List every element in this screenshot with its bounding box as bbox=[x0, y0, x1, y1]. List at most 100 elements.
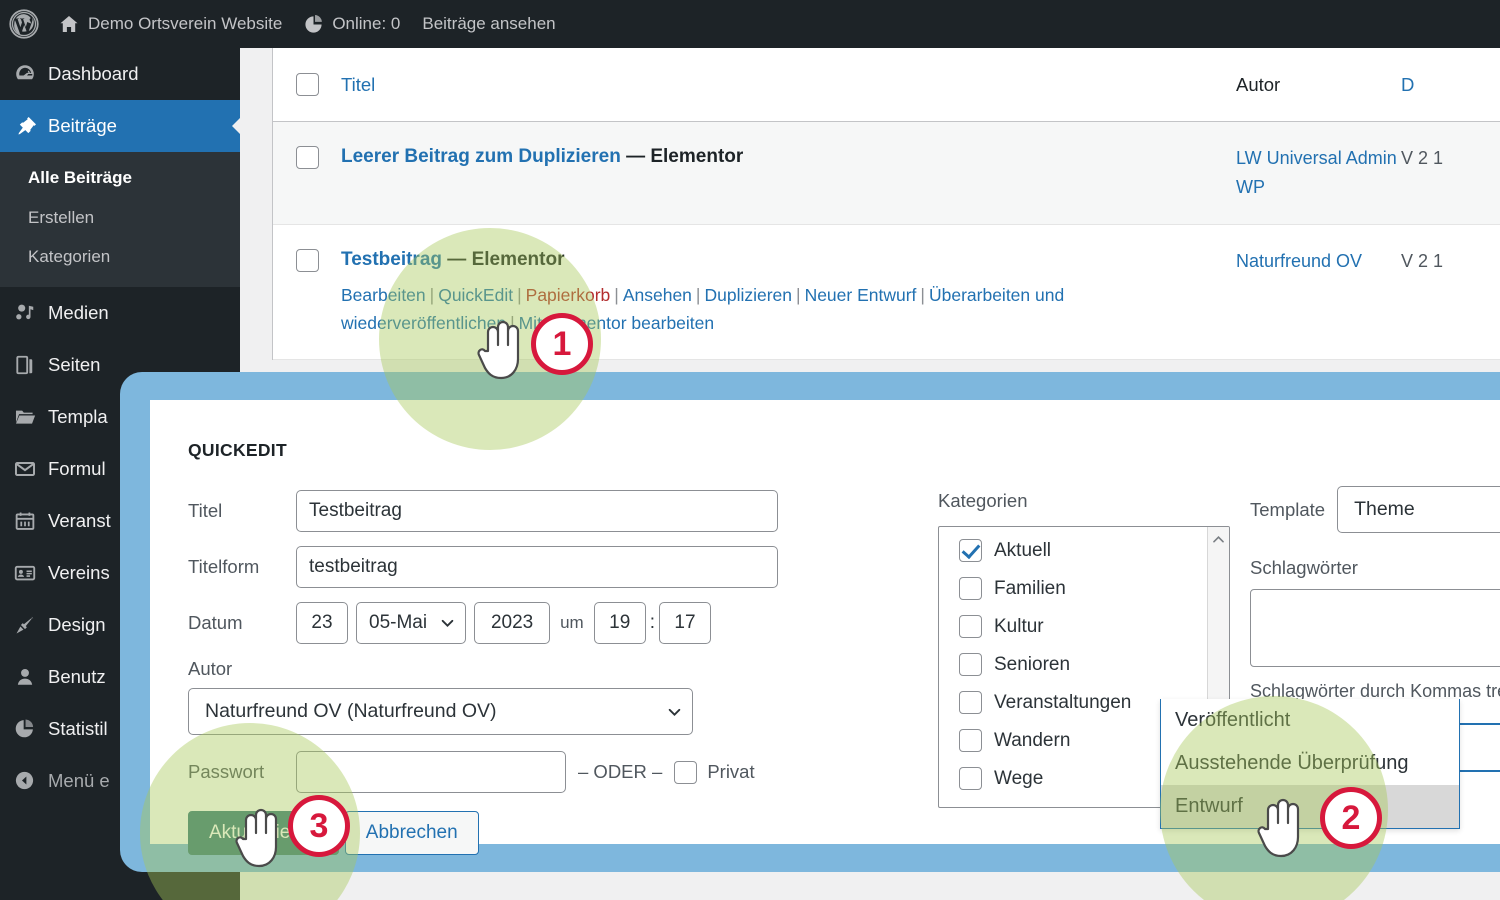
category-checkbox-wege[interactable] bbox=[959, 767, 982, 790]
row-select-cell bbox=[273, 225, 341, 360]
quickedit-datum-minute-input[interactable] bbox=[658, 602, 711, 644]
category-checkbox-familien[interactable] bbox=[959, 577, 982, 600]
row-action-ansehen[interactable]: Ansehen bbox=[623, 285, 692, 305]
column-header-autor[interactable]: Autor bbox=[1236, 74, 1280, 95]
category-item-kultur[interactable]: Kultur bbox=[959, 615, 1229, 638]
step-badge-1: 1 bbox=[531, 313, 593, 375]
category-label-wege: Wege bbox=[994, 767, 1044, 789]
sidebar-item-dashboard-label: Dashboard bbox=[48, 63, 139, 84]
row-action-bearbeiten[interactable]: Bearbeiten bbox=[341, 285, 426, 305]
quickedit-autor-select[interactable]: Naturfreund OV (Naturfreund OV) bbox=[188, 688, 693, 735]
row-checkbox[interactable] bbox=[295, 248, 319, 272]
post-title-link[interactable]: Leerer Beitrag zum Duplizieren bbox=[341, 146, 621, 167]
status-option-entwurf[interactable]: Entwurf bbox=[1161, 785, 1459, 828]
quickedit-passwort-input[interactable] bbox=[296, 751, 566, 793]
pie-chart-icon bbox=[304, 14, 323, 34]
quickedit-um-label: um bbox=[560, 613, 584, 632]
select-all-cell bbox=[273, 73, 341, 96]
row-datum-cell: V 2 1 bbox=[1401, 122, 1500, 224]
category-item-senioren[interactable]: Senioren bbox=[959, 653, 1229, 676]
media-icon bbox=[14, 302, 48, 324]
quickedit-heading: QUICKEDIT bbox=[188, 440, 287, 460]
quickedit-datum-month-value: 05-Mai bbox=[369, 612, 428, 633]
calendar-icon bbox=[14, 510, 48, 532]
sidebar-subitem-alle-beitraege-label: Alle Beiträge bbox=[28, 168, 132, 187]
status-option-ausstehende-ueberpruefung[interactable]: Ausstehende Überprüfung bbox=[1161, 742, 1459, 785]
quickedit-privat-checkbox[interactable] bbox=[674, 760, 698, 784]
quickedit-datum-day-input[interactable] bbox=[296, 602, 348, 644]
step-badge-3: 3 bbox=[288, 795, 350, 857]
sidebar-item-dashboard[interactable]: Dashboard bbox=[0, 48, 240, 100]
row-action-duplizieren[interactable]: Duplizieren bbox=[704, 285, 792, 305]
admin-bar-online-counter[interactable]: Online: 0 bbox=[293, 0, 411, 48]
quickedit-privat-label: Privat bbox=[707, 761, 755, 782]
sidebar-item-medien-label: Medien bbox=[48, 301, 109, 323]
quickedit-time-separator: : bbox=[649, 612, 655, 633]
quickedit-template-select[interactable]: Theme bbox=[1337, 486, 1500, 533]
quickedit-autor-value: Naturfreund OV (Naturfreund OV) bbox=[205, 700, 497, 722]
sidebar-item-beitraege[interactable]: Beiträge bbox=[0, 100, 240, 152]
admin-bar-view-posts[interactable]: Beiträge ansehen bbox=[411, 0, 566, 48]
table-row: Leerer Beitrag zum Duplizieren — Element… bbox=[273, 122, 1500, 225]
status-option-veroeffentlicht[interactable]: Veröffentlicht bbox=[1161, 699, 1459, 742]
chevron-up-icon[interactable] bbox=[1212, 533, 1225, 546]
row-action-neuer-entwurf[interactable]: Neuer Entwurf bbox=[805, 285, 917, 305]
quickedit-titel-input[interactable] bbox=[296, 490, 778, 532]
quickedit-schlagwoerter-input[interactable] bbox=[1250, 589, 1500, 667]
quickedit-passwort-label: Passwort bbox=[188, 761, 265, 782]
quickedit-template-value: Theme bbox=[1354, 498, 1415, 520]
category-checkbox-senioren[interactable] bbox=[959, 653, 982, 676]
post-author-link[interactable]: Naturfreund OV bbox=[1236, 251, 1362, 271]
quickedit-cancel-button[interactable]: Abbrechen bbox=[344, 811, 479, 855]
quickedit-template-row: Template Theme bbox=[1250, 486, 1500, 533]
select-all-checkbox[interactable] bbox=[295, 73, 319, 96]
category-item-familien[interactable]: Familien bbox=[959, 577, 1229, 600]
post-title-suffix: — Elementor bbox=[626, 146, 744, 167]
sidebar-subitem-erstellen[interactable]: Erstellen bbox=[0, 198, 240, 238]
category-checkbox-aktuell[interactable] bbox=[959, 539, 982, 562]
home-icon bbox=[59, 14, 79, 34]
category-checkbox-veranstaltungen[interactable] bbox=[959, 691, 982, 714]
row-actions: Bearbeiten | QuickEdit | Papierkorb | Ansehen |… bbox=[341, 281, 1224, 337]
category-checkbox-kultur[interactable] bbox=[959, 615, 982, 638]
row-action-papierkorb[interactable]: Papierkorb bbox=[526, 285, 611, 305]
row-action-separator: | bbox=[429, 285, 435, 306]
quickedit-button-row: Aktualisieren Abbrechen bbox=[188, 811, 818, 855]
row-action-separator: | bbox=[695, 285, 701, 306]
row-checkbox[interactable] bbox=[295, 146, 319, 169]
dashboard-icon bbox=[14, 63, 48, 85]
row-action-quickedit[interactable]: QuickEdit bbox=[438, 285, 513, 305]
wordpress-logo-icon[interactable] bbox=[0, 0, 48, 48]
quickedit-titelform-input[interactable] bbox=[296, 546, 778, 588]
quickedit-titel-row: Titel bbox=[188, 490, 818, 532]
sidebar-subitem-alle-beitraege[interactable]: Alle Beiträge bbox=[0, 158, 240, 198]
row-title-cell: Testbeitrag — Elementor Bearbeiten | Quick… bbox=[341, 225, 1236, 360]
sidebar-item-statistik-label: Statistil bbox=[48, 717, 108, 739]
sidebar-item-medien[interactable]: Medien bbox=[0, 287, 240, 339]
category-checkbox-wandern[interactable] bbox=[959, 729, 982, 752]
category-item-aktuell[interactable]: Aktuell bbox=[959, 539, 1229, 562]
pages-icon bbox=[14, 354, 48, 376]
sidebar-item-beitraege-label: Beiträge bbox=[48, 115, 117, 136]
sidebar-subitem-kategorien[interactable]: Kategorien bbox=[0, 237, 240, 277]
admin-bar: Demo Ortsverein Website Online: 0 Beiträ… bbox=[0, 0, 1500, 48]
column-header-datum[interactable]: D bbox=[1401, 74, 1414, 95]
column-header-datum-cell: D bbox=[1401, 74, 1500, 96]
post-title: Leerer Beitrag zum Duplizieren — Element… bbox=[341, 144, 1224, 170]
id-card-icon bbox=[14, 562, 48, 584]
table-row: Testbeitrag — Elementor Bearbeiten | Quick… bbox=[273, 224, 1500, 361]
quickedit-oder-label: – ODER – bbox=[578, 761, 663, 782]
post-title-link[interactable]: Testbeitrag bbox=[341, 249, 442, 270]
sidebar-subitem-kategorien-label: Kategorien bbox=[28, 247, 111, 266]
step-badge-2: 2 bbox=[1320, 787, 1382, 849]
quickedit-datum-label: Datum bbox=[188, 612, 243, 633]
quickedit-datum-hour-input[interactable] bbox=[593, 602, 646, 644]
admin-bar-site-name[interactable]: Demo Ortsverein Website bbox=[48, 0, 293, 48]
quickedit-left-column: Titel Titelform Datum 05-Mai bbox=[188, 490, 818, 855]
quickedit-datum-month-select[interactable]: 05-Mai bbox=[356, 602, 467, 644]
post-author-link[interactable]: LW Universal Admin WP bbox=[1236, 148, 1397, 197]
quickedit-datum-year-input[interactable] bbox=[474, 602, 551, 644]
quickedit-titelform-label: Titelform bbox=[188, 556, 260, 577]
column-header-title[interactable]: Titel bbox=[341, 74, 375, 95]
category-label-familien: Familien bbox=[994, 577, 1066, 599]
